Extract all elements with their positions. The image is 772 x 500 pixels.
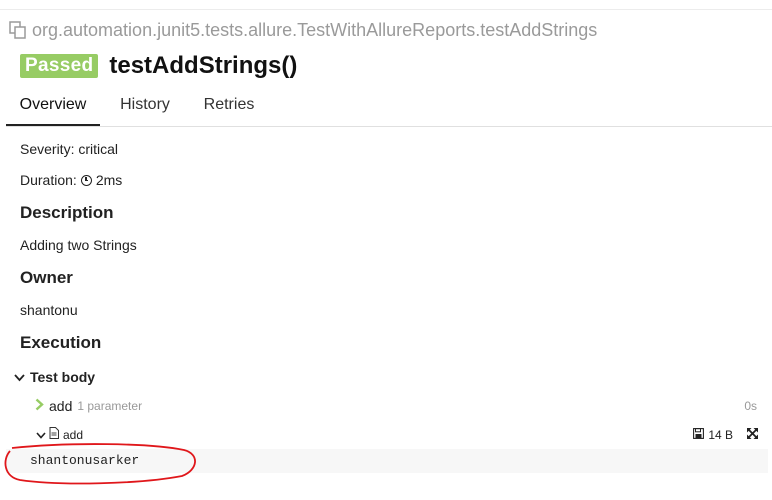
duration-row: Duration: 2ms: [20, 172, 122, 188]
title-row: Passed testAddStrings(): [20, 51, 297, 81]
header-divider: [0, 0, 772, 10]
expand-icon[interactable]: [747, 427, 758, 442]
tab-retries[interactable]: Retries: [194, 86, 264, 124]
chevron-right-icon[interactable]: [35, 398, 44, 414]
owner-heading: Owner: [20, 268, 73, 287]
save-icon[interactable]: [693, 427, 705, 442]
tab-bar: Overview History Retries: [6, 86, 772, 127]
description-heading: Description: [20, 203, 114, 222]
test-body-row[interactable]: Test body: [14, 369, 95, 385]
step-name: add: [49, 398, 73, 414]
duration-label: Duration:: [20, 172, 77, 188]
severity-text: Severity: critical: [20, 141, 119, 157]
step-row[interactable]: add 1 parameter 0s: [35, 398, 757, 414]
status-badge: Passed: [20, 54, 99, 78]
chevron-down-icon[interactable]: [14, 369, 25, 385]
tab-history[interactable]: History: [110, 86, 180, 124]
owner-text: shantonu: [20, 302, 78, 318]
copy-icon[interactable]: [9, 21, 27, 39]
attachment-size-group: 14 B: [693, 427, 758, 442]
test-title: testAddStrings(): [109, 52, 298, 79]
execution-heading: Execution: [20, 333, 102, 352]
duration-value: 2ms: [95, 172, 123, 188]
test-body-label: Test body: [30, 369, 96, 385]
clock-icon: [80, 174, 92, 186]
test-full-name: org.automation.junit5.tests.allure.TestW…: [9, 19, 597, 41]
test-full-name-text: org.automation.junit5.tests.allure.TestW…: [32, 19, 598, 40]
step-duration: 0s: [744, 399, 757, 413]
red-ellipse-annotation: [4, 443, 196, 485]
tab-overview[interactable]: Overview: [6, 86, 100, 126]
description-text: Adding two Strings: [20, 237, 137, 253]
step-parameters: 1 parameter: [77, 399, 143, 413]
attachment-size: 14 B: [708, 427, 733, 442]
